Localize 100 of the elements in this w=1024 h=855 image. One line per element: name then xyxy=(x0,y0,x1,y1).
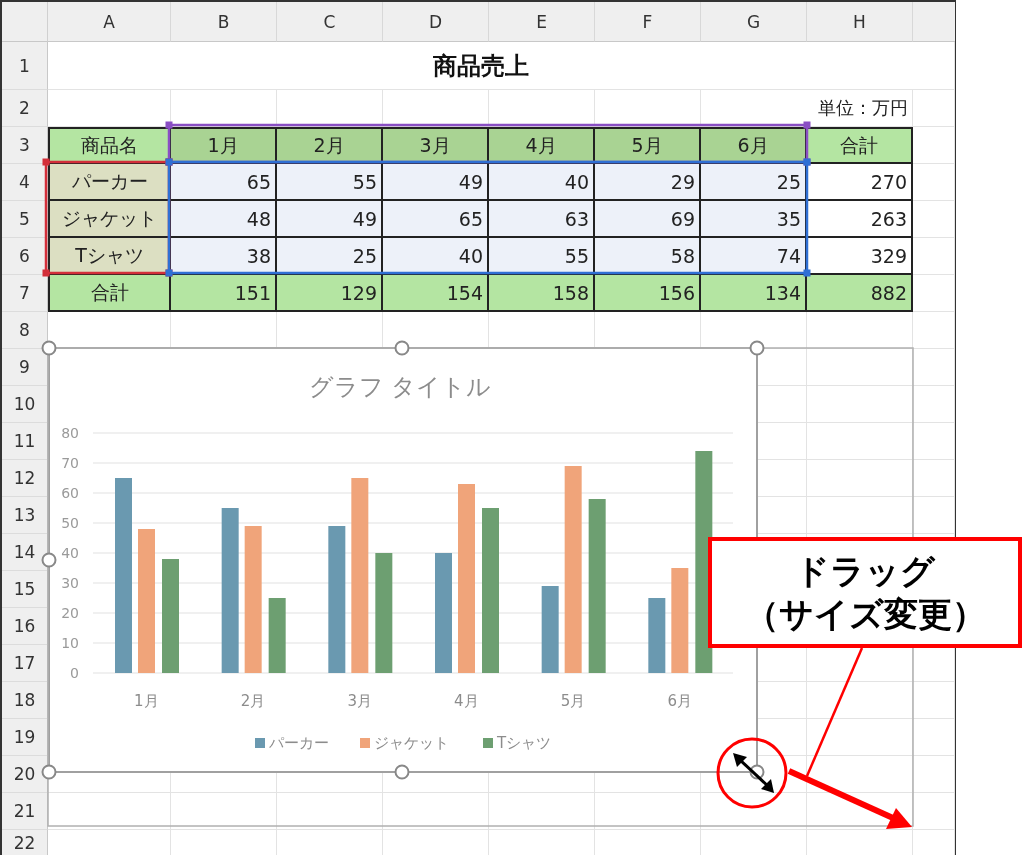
resize-handle[interactable] xyxy=(749,340,765,356)
table-cell: 156 xyxy=(595,275,701,312)
table-cell: 63 xyxy=(489,201,595,238)
table-cell: Tシャツ xyxy=(48,238,171,275)
row-header[interactable]: 15 xyxy=(2,571,48,608)
table-cell: 29 xyxy=(595,164,701,201)
table-cell: 合計 xyxy=(48,275,171,312)
resize-handle[interactable] xyxy=(749,764,765,780)
row-header[interactable]: 7 xyxy=(2,275,48,312)
table-cell: 65 xyxy=(383,201,489,238)
column-header[interactable]: D xyxy=(383,2,489,42)
table-cell: 38 xyxy=(171,238,277,275)
resize-handle[interactable] xyxy=(41,340,57,356)
x-axis-label: 4月 xyxy=(454,692,479,710)
table-cell: 3月 xyxy=(383,127,489,164)
resize-cursor-icon xyxy=(733,753,774,793)
empty-cell xyxy=(913,719,955,756)
row-header[interactable]: 18 xyxy=(2,682,48,719)
x-axis-label: 2月 xyxy=(240,692,266,710)
empty-cell xyxy=(913,793,955,830)
legend-label: パーカー xyxy=(269,734,329,752)
table-cell: 58 xyxy=(595,238,701,275)
table-cell: 合計 xyxy=(807,127,913,164)
table-cell: 2月 xyxy=(277,127,383,164)
table-cell: 55 xyxy=(489,238,595,275)
column-header[interactable]: E xyxy=(489,2,595,42)
callout-text: ドラッグ xyxy=(795,550,935,592)
row-header[interactable]: 6 xyxy=(2,238,48,275)
column-header[interactable]: C xyxy=(277,2,383,42)
column-header[interactable]: G xyxy=(701,2,807,42)
table-cell: 6月 xyxy=(701,127,807,164)
table-cell: 270 xyxy=(807,164,913,201)
empty-cell xyxy=(913,386,955,423)
y-axis-label: 80 xyxy=(61,425,79,441)
resize-handle[interactable] xyxy=(394,340,410,356)
x-axis-label: 1月 xyxy=(134,692,159,710)
empty-cell xyxy=(913,460,955,497)
y-axis-label: 30 xyxy=(61,575,79,591)
table-cell: 5月 xyxy=(595,127,701,164)
row-header[interactable]: 13 xyxy=(2,497,48,534)
table-cell: 1月 xyxy=(171,127,277,164)
resize-handle[interactable] xyxy=(41,552,57,568)
row-header[interactable]: 17 xyxy=(2,645,48,682)
table-cell: 48 xyxy=(171,201,277,238)
row-header[interactable]: 1 xyxy=(2,42,48,90)
y-axis-label: 50 xyxy=(61,515,79,531)
row-header[interactable]: 12 xyxy=(2,460,48,497)
table-cell: 263 xyxy=(807,201,913,238)
resize-handle[interactable] xyxy=(41,764,57,780)
column-header[interactable]: B xyxy=(171,2,277,42)
y-axis-label: 70 xyxy=(61,455,79,471)
row-header[interactable]: 2 xyxy=(2,90,48,127)
table-cell: 25 xyxy=(701,164,807,201)
row-header[interactable]: 10 xyxy=(2,386,48,423)
row-header[interactable]: 14 xyxy=(2,534,48,571)
legend-label: Tシャツ xyxy=(497,734,552,752)
row-header[interactable]: 8 xyxy=(2,312,48,349)
highlight-circle xyxy=(716,737,788,809)
empty-cell xyxy=(913,497,955,534)
table-cell: 151 xyxy=(171,275,277,312)
row-header[interactable]: 20 xyxy=(2,756,48,793)
table-cell: 65 xyxy=(171,164,277,201)
x-axis-label: 5月 xyxy=(560,692,586,710)
table-cell: 40 xyxy=(383,238,489,275)
table-cell: 154 xyxy=(383,275,489,312)
row-header[interactable]: 4 xyxy=(2,164,48,201)
legend-label: ジャケット xyxy=(374,734,449,752)
table-cell: 134 xyxy=(701,275,807,312)
table-cell: 329 xyxy=(807,238,913,275)
column-header[interactable]: A xyxy=(48,2,171,42)
x-axis-label: 3月 xyxy=(347,692,372,710)
row-header[interactable]: 11 xyxy=(2,423,48,460)
table-cell: 商品名 xyxy=(48,127,171,164)
table-cell: 158 xyxy=(489,275,595,312)
table-cell: ジャケット xyxy=(48,201,171,238)
empty-cell xyxy=(913,682,955,719)
table-cell: 55 xyxy=(277,164,383,201)
column-header[interactable]: H xyxy=(807,2,913,42)
row-header[interactable]: 5 xyxy=(2,201,48,238)
row-header[interactable]: 3 xyxy=(2,127,48,164)
table-cell: 129 xyxy=(277,275,383,312)
sheet-title: 商品売上 xyxy=(48,42,913,90)
row-header[interactable]: 21 xyxy=(2,793,48,830)
column-header[interactable]: F xyxy=(595,2,701,42)
resize-handle[interactable] xyxy=(394,764,410,780)
x-axis-label: 6月 xyxy=(667,692,692,710)
row-header[interactable]: 19 xyxy=(2,719,48,756)
row-header[interactable]: 16 xyxy=(2,608,48,645)
row-header[interactable]: 9 xyxy=(2,349,48,386)
row-header[interactable]: 22 xyxy=(2,830,48,855)
empty-cell xyxy=(913,349,955,386)
table-cell: 49 xyxy=(383,164,489,201)
table-cell: 69 xyxy=(595,201,701,238)
y-axis-label: 40 xyxy=(61,545,79,561)
table-cell: 40 xyxy=(489,164,595,201)
y-axis-label: 10 xyxy=(61,635,79,651)
table-cell: 25 xyxy=(277,238,383,275)
empty-cell xyxy=(913,90,955,127)
table-cell: 882 xyxy=(807,275,913,312)
callout-text: （サイズ変更） xyxy=(744,593,986,635)
